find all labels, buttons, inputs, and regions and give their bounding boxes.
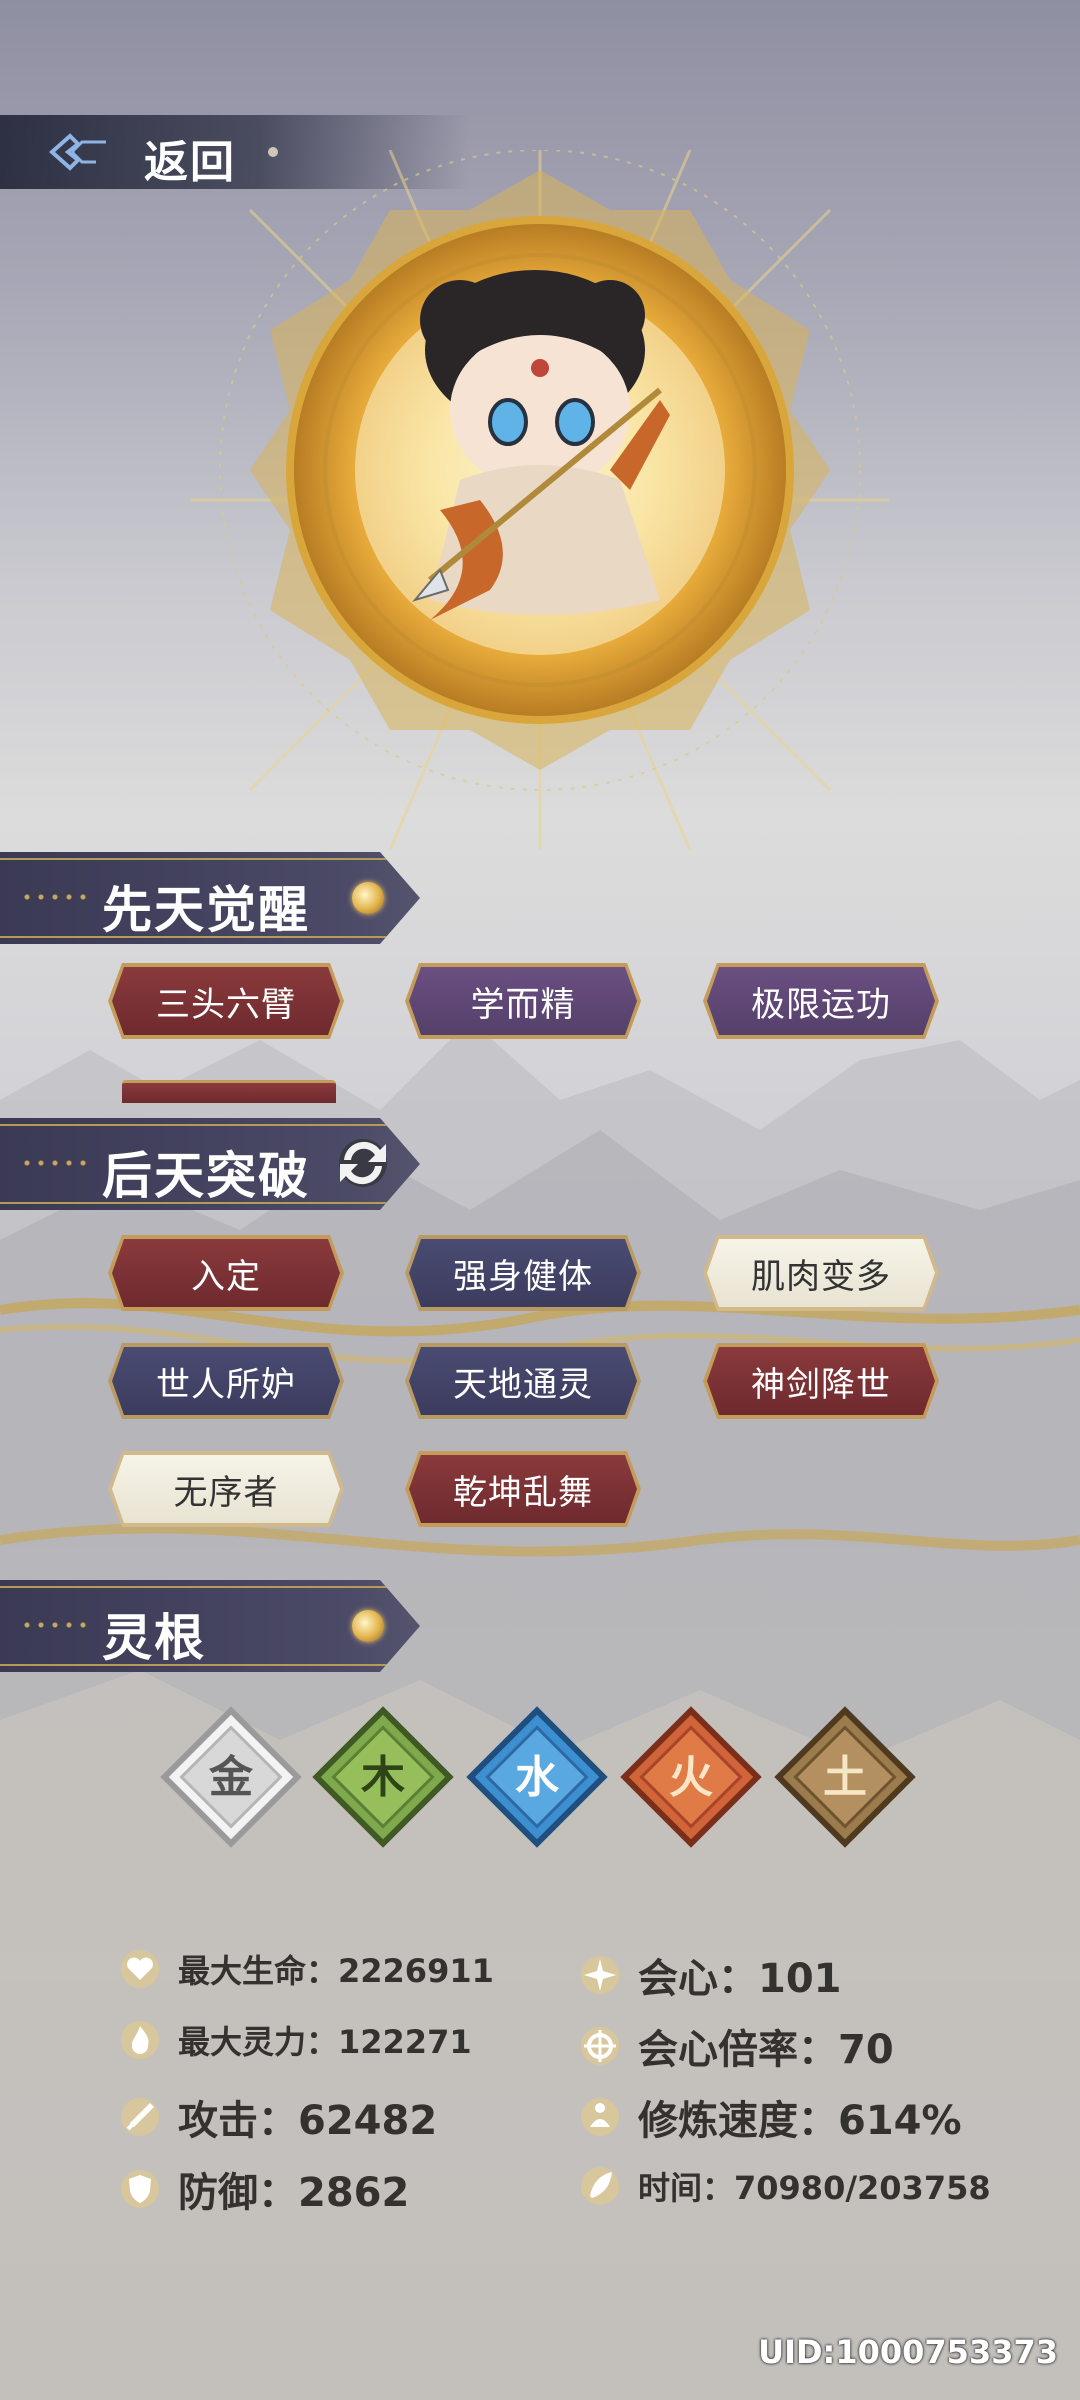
stat-text: 最大灵力：122271 — [178, 2023, 472, 2061]
decor-dots — [20, 894, 90, 900]
decor-dots — [20, 1622, 90, 1628]
stat-max-spirit: 最大灵力：122271 — [120, 2017, 472, 2063]
metal-root-icon[interactable]: 金 — [160, 1706, 302, 1848]
tag-acquired-8[interactable]: 乾坤乱舞 — [405, 1451, 641, 1527]
stat-attack: 攻击：62482 — [120, 2088, 437, 2146]
stat-cultivation-speed: 修炼速度：614% — [580, 2088, 962, 2146]
water-root-icon[interactable]: 水 — [466, 1706, 608, 1848]
section-title: 后天突破 — [102, 1147, 310, 1205]
meditation-icon — [581, 2098, 619, 2136]
stat-text: 会心：101 — [638, 1956, 842, 2002]
tag-innate-1[interactable]: 三头六臂 — [108, 963, 344, 1039]
element-label: 金 — [208, 1752, 254, 1803]
earth-root-icon[interactable]: 土 — [774, 1706, 916, 1848]
tag-innate-3[interactable]: 极限运功 — [703, 963, 939, 1039]
stat-text: 最大生命：2226911 — [178, 1952, 494, 1990]
target-icon — [581, 2027, 619, 2065]
tag-label: 学而精 — [470, 984, 576, 1025]
tag-acquired-3[interactable]: 肌肉变多 — [703, 1235, 939, 1311]
sword-icon — [121, 2098, 159, 2136]
stat-crit: 会心：101 — [580, 1946, 842, 2004]
tag-peek — [122, 1080, 336, 1103]
section-header-spirit-root: 灵根 — [0, 1580, 420, 1672]
section-header-acquired: 后天突破 — [0, 1118, 420, 1210]
orb-icon — [352, 1610, 384, 1642]
shield-icon — [121, 2170, 159, 2208]
tag-label: 天地通灵 — [453, 1364, 593, 1405]
uid-label: UID:1000753373 — [758, 2333, 1058, 2371]
element-label: 木 — [361, 1752, 405, 1803]
section-title: 先天觉醒 — [102, 881, 310, 939]
stat-text: 攻击：62482 — [178, 2098, 438, 2144]
flame-icon — [121, 2021, 159, 2059]
stat-text: 修炼速度：614% — [638, 2098, 962, 2144]
tag-label: 世人所妒 — [156, 1364, 296, 1405]
wood-root-icon[interactable]: 木 — [312, 1706, 454, 1848]
tag-acquired-6[interactable]: 神剑降世 — [703, 1343, 939, 1419]
character-detail-screen: 返回 先天觉醒 三头六臂 学而精 极限运功 后天突破 入定 强身健体 肌肉变多 … — [0, 0, 1080, 2400]
element-label: 土 — [823, 1752, 867, 1803]
stat-max-hp: 最大生命：2226911 — [120, 1946, 494, 1992]
tag-label: 入定 — [191, 1256, 261, 1297]
tag-label: 强身健体 — [453, 1256, 593, 1297]
tag-innate-2[interactable]: 学而精 — [405, 963, 641, 1039]
tag-label: 肌肉变多 — [751, 1256, 891, 1297]
section-header-innate: 先天觉醒 — [0, 852, 420, 944]
stat-defense: 防御：2862 — [120, 2160, 409, 2218]
tag-label: 无序者 — [173, 1472, 279, 1513]
decor-dots — [20, 1160, 90, 1166]
tag-acquired-7[interactable]: 无序者 — [108, 1451, 344, 1527]
stat-crit-mult: 会心倍率：70 — [580, 2017, 894, 2075]
section-title: 灵根 — [102, 1609, 206, 1667]
feather-icon — [581, 2167, 619, 2205]
tag-label: 极限运功 — [751, 984, 891, 1025]
burst-icon — [581, 1956, 619, 1994]
back-arrow-icon[interactable] — [48, 131, 108, 173]
element-label: 火 — [669, 1752, 713, 1803]
tag-acquired-5[interactable]: 天地通灵 — [405, 1343, 641, 1419]
refresh-icon[interactable] — [330, 1130, 396, 1196]
tag-acquired-1[interactable]: 入定 — [108, 1235, 344, 1311]
fire-root-icon[interactable]: 火 — [620, 1706, 762, 1848]
element-label: 水 — [515, 1752, 560, 1803]
character-portrait — [190, 150, 890, 850]
heart-icon — [121, 1950, 159, 1988]
stat-text: 会心倍率：70 — [638, 2027, 894, 2073]
tag-label: 乾坤乱舞 — [453, 1472, 593, 1513]
tag-label: 三头六臂 — [156, 984, 296, 1025]
stat-text: 防御：2862 — [178, 2170, 410, 2216]
tag-acquired-4[interactable]: 世人所妒 — [108, 1343, 344, 1419]
stat-time: 时间：70980/203758 — [580, 2163, 991, 2209]
orb-icon — [352, 882, 384, 914]
stat-text: 时间：70980/203758 — [638, 2169, 991, 2207]
tag-label: 神剑降世 — [751, 1364, 891, 1405]
tag-acquired-2[interactable]: 强身健体 — [405, 1235, 641, 1311]
